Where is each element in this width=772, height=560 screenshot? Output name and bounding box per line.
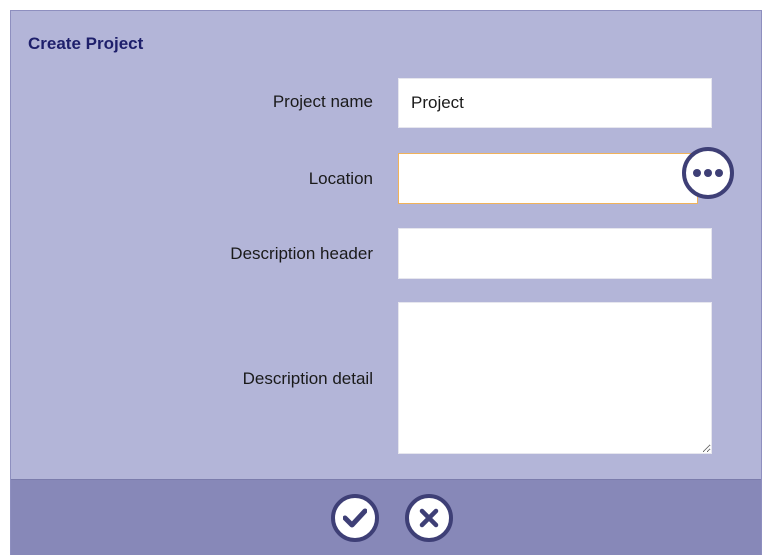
- create-project-dialog: Create Project Project name Location Des…: [10, 10, 762, 555]
- browse-location-button[interactable]: [682, 147, 734, 199]
- description-header-input[interactable]: [398, 228, 712, 279]
- location-input[interactable]: [398, 153, 698, 204]
- location-label: Location: [308, 169, 373, 188]
- project-name-input[interactable]: [398, 78, 712, 128]
- dialog-footer: [11, 479, 761, 555]
- project-name-label: Project name: [272, 92, 373, 111]
- ellipsis-icon: [693, 169, 723, 177]
- cancel-button[interactable]: [405, 494, 453, 542]
- close-icon: [419, 508, 439, 528]
- description-detail-textarea[interactable]: [398, 302, 712, 454]
- description-header-label: Description header: [230, 244, 373, 263]
- checkmark-icon: [343, 508, 367, 528]
- confirm-button[interactable]: [331, 494, 379, 542]
- dialog-title: Create Project: [28, 34, 144, 53]
- description-detail-label: Description detail: [242, 369, 373, 388]
